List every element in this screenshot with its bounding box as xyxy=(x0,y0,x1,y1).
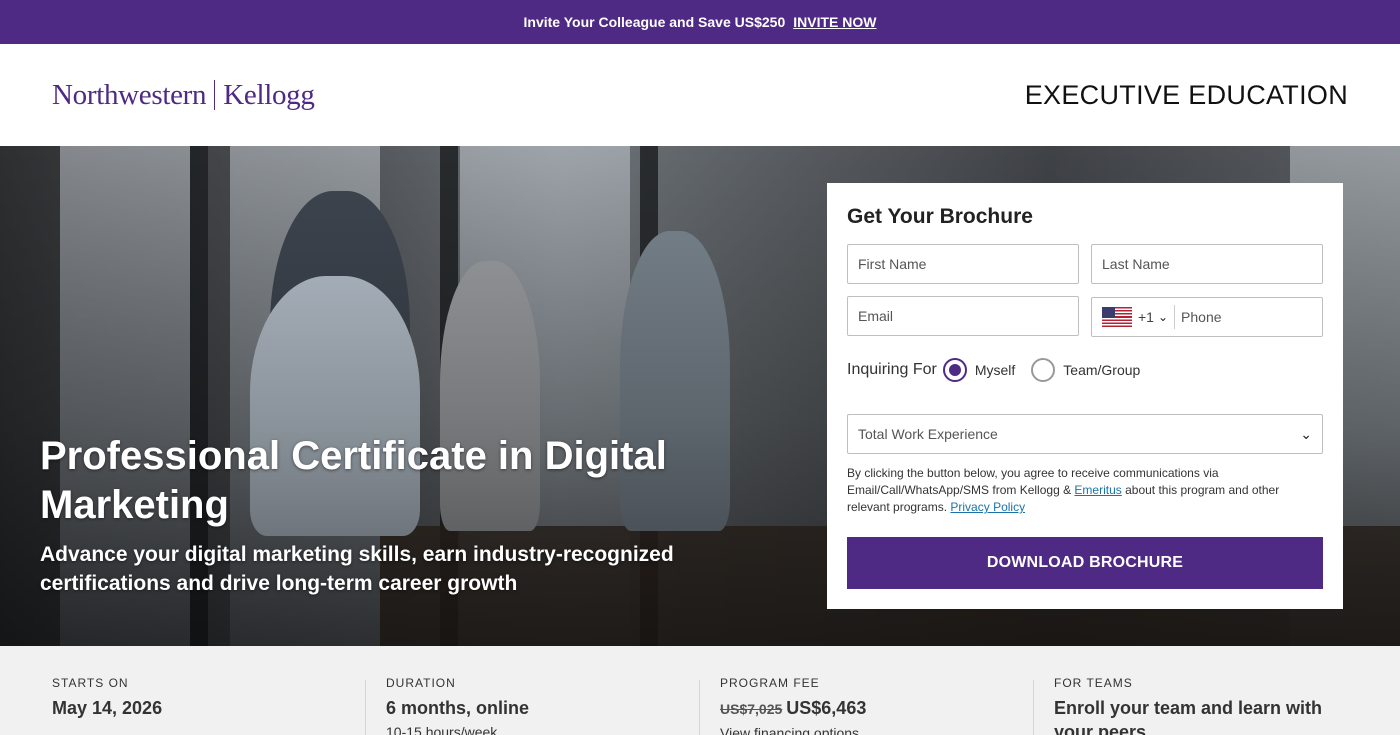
phone-separator xyxy=(1174,305,1176,329)
work-experience-select[interactable]: Total Work Experience ⌄ xyxy=(847,414,1323,454)
phone-placeholder: Phone xyxy=(1181,309,1222,325)
program-fee-new: US$6,463 xyxy=(786,698,867,718)
logo-divider xyxy=(214,80,216,110)
email-input[interactable]: Email xyxy=(847,296,1079,336)
download-brochure-button[interactable]: DOWNLOAD BROCHURE xyxy=(847,537,1323,589)
duration-value: 6 months, online xyxy=(386,698,530,718)
kellogg-logo[interactable]: Northwestern Kellogg xyxy=(52,79,315,112)
form-title: Get Your Brochure xyxy=(847,205,1033,228)
logo-northwestern: Northwestern xyxy=(52,78,207,111)
brochure-form: Get Your Brochure First Name Last Name E… xyxy=(827,183,1343,609)
program-info-strip: STARTS ON May 14, 2026 DURATION 6 months… xyxy=(0,646,1400,735)
invite-banner: Invite Your Colleague and Save US$250 IN… xyxy=(0,0,1400,44)
radio-team-group[interactable] xyxy=(1031,358,1056,382)
emeritus-link[interactable]: Emeritus xyxy=(1074,483,1121,497)
for-teams-label: FOR TEAMS xyxy=(1054,676,1133,690)
logo-kellogg: Kellogg xyxy=(223,78,315,111)
inquiring-for-group: Inquiring For Myself Team/Group xyxy=(847,358,1156,382)
program-title: Professional Certificate in Digital Mark… xyxy=(40,434,667,527)
for-teams-block: FOR TEAMS Enroll your team and learn wit… xyxy=(1054,646,1354,735)
phone-field[interactable]: +1 ⌄ Phone xyxy=(1091,297,1323,337)
duration-sub: 10-15 hours/week xyxy=(386,724,498,735)
program-fee-label: PROGRAM FEE xyxy=(720,676,820,690)
program-subtitle: Advance your digital marketing skills, e… xyxy=(40,543,674,595)
executive-education-label: EXECUTIVE EDUCATION xyxy=(1024,79,1348,110)
info-divider xyxy=(1033,680,1034,735)
duration-block: DURATION 6 months, online 10-15 hours/we… xyxy=(386,646,686,735)
email-placeholder: Email xyxy=(858,308,894,324)
invite-now-link[interactable]: INVITE NOW xyxy=(793,14,876,30)
radio-myself-label[interactable]: Myself xyxy=(975,362,1015,378)
inquiring-for-label: Inquiring For xyxy=(847,361,937,378)
us-flag-icon[interactable] xyxy=(1102,307,1132,327)
first-name-input[interactable]: First Name xyxy=(847,244,1079,284)
radio-team-group-label[interactable]: Team/Group xyxy=(1063,362,1140,378)
radio-myself[interactable] xyxy=(942,358,967,382)
work-experience-placeholder: Total Work Experience xyxy=(858,426,998,442)
financing-options-link[interactable]: View financing options xyxy=(720,725,1020,735)
chevron-down-icon[interactable]: ⌄ xyxy=(1158,310,1168,324)
info-divider xyxy=(365,680,366,735)
program-fee-value: US$7,025 US$6,463 xyxy=(720,696,1020,721)
starts-on-label: STARTS ON xyxy=(52,676,129,690)
for-teams-value[interactable]: Enroll your team and learn with your pee… xyxy=(1054,696,1354,735)
program-fee-old: US$7,025 xyxy=(720,701,783,717)
program-fee-block: PROGRAM FEE US$7,025 US$6,463 View financ… xyxy=(720,646,1020,735)
chevron-down-icon: ⌄ xyxy=(1300,425,1312,442)
starts-on-value: May 14, 2026 xyxy=(52,698,163,718)
last-name-input[interactable]: Last Name xyxy=(1091,244,1323,284)
consent-text: By clicking the button below, you agree … xyxy=(847,465,1317,516)
duration-label: DURATION xyxy=(386,676,456,690)
privacy-policy-link[interactable]: Privacy Policy xyxy=(950,500,1025,514)
info-divider xyxy=(699,680,700,735)
last-name-placeholder: Last Name xyxy=(1102,256,1170,272)
site-header: Northwestern Kellogg EXECUTIVE EDUCATION xyxy=(0,44,1400,146)
phone-country-code[interactable]: +1 xyxy=(1138,309,1154,325)
starts-on-block: STARTS ON May 14, 2026 xyxy=(52,646,352,735)
invite-text: Invite Your Colleague and Save US$250 xyxy=(523,14,786,30)
first-name-placeholder: First Name xyxy=(858,256,927,272)
